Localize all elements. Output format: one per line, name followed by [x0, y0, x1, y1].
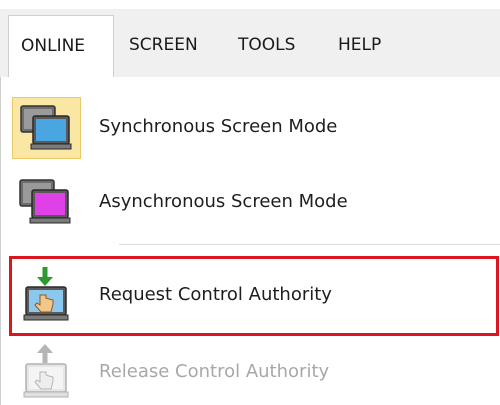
menu-tools[interactable]: TOOLS [238, 15, 295, 78]
icon-container [12, 342, 81, 404]
menu-item-label: Asynchronous Screen Mode [99, 191, 348, 212]
app-window: ONLINE SCREEN TOOLS HELP Synchronous Scr… [0, 0, 500, 405]
menu-item-label: Synchronous Screen Mode [99, 116, 338, 137]
menu-item-release-control-authority[interactable]: Release Control Authority [9, 335, 497, 405]
menu-separator [119, 244, 500, 245]
synchronous-screen-icon [20, 105, 72, 150]
menu-item-label: Release Control Authority [99, 361, 330, 382]
menu-bar: ONLINE SCREEN TOOLS HELP [0, 0, 500, 87]
menu-help[interactable]: HELP [338, 15, 381, 78]
checked-indicator [12, 97, 81, 159]
icon-container [12, 172, 81, 234]
highlight-box [9, 256, 499, 336]
online-dropdown-menu: Synchronous Screen Mode Asynchronous Scr… [0, 77, 500, 405]
release-control-icon [23, 344, 69, 398]
menu-item-synchronous-screen-mode[interactable]: Synchronous Screen Mode [9, 90, 497, 163]
menu-screen[interactable]: SCREEN [129, 15, 198, 78]
menu-item-asynchronous-screen-mode[interactable]: Asynchronous Screen Mode [9, 165, 497, 238]
asynchronous-screen-icon [19, 179, 71, 224]
